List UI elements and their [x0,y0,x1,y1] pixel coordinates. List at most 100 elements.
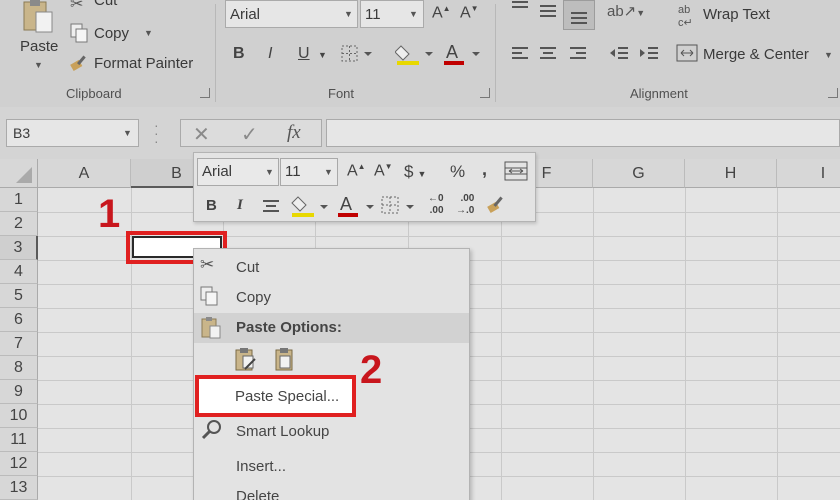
mini-font-color-letter: A [340,194,353,214]
orientation-icon[interactable]: ab↗▼ [607,2,645,20]
align-left-icon[interactable] [510,46,530,62]
row-header-9[interactable]: 9 [0,380,38,404]
bottom-align-icon[interactable] [563,0,595,30]
context-menu-item-cut[interactable]: ✂ Cut [194,253,469,283]
callout-step-1: 1 [98,192,121,236]
chevron-down-icon: ▼ [34,60,43,70]
row-header-13[interactable]: 13 [0,476,38,500]
context-menu-item-insert[interactable]: Insert... [194,452,469,482]
clipboard-launcher-icon[interactable] [200,88,210,98]
grip-icon: · · · [154,117,159,149]
mini-toolbar: Arial ▼ 11 ▼ A▲ A▼ $ ▼ % , B I A ←0 .00 .… [193,152,536,222]
cancel-icon[interactable]: ✕ [193,122,210,147]
decrease-decimal-bottom: →.0 [456,205,475,216]
copy-button[interactable]: Copy ▼ [68,22,158,46]
column-header-g[interactable]: G [593,159,685,188]
name-box[interactable]: B3 ▼ [6,119,139,147]
name-box-value: B3 [13,125,31,141]
mini-font-size-select[interactable]: 11 ▼ [280,158,338,186]
insert-function-button[interactable]: fx [287,122,301,144]
merge-center-button[interactable]: Merge & Center ▼ [676,42,838,68]
shrink-font-label: A [374,162,385,180]
decrease-indent-icon[interactable] [608,46,630,62]
mini-bold-button[interactable]: B [206,197,217,214]
row-header-7[interactable]: 7 [0,332,38,356]
font-name-select[interactable]: Arial ▼ [225,0,358,28]
paste-button[interactable]: Paste ▼ [12,0,64,82]
fill-color-button[interactable] [395,42,433,66]
scissors-icon: ✂ [70,0,84,13]
wrap-text-button[interactable]: ab c↵ Wrap Text [678,2,788,29]
align-right-icon[interactable] [568,46,588,62]
currency-label: $ [404,162,414,181]
shrink-font-button[interactable]: A▼ [460,4,479,22]
row-header-3[interactable]: 3 [0,236,38,260]
underline-label: U [298,45,310,62]
mini-comma-button[interactable]: , [482,159,487,180]
format-painter-button[interactable]: Format Painter [68,52,200,76]
scissors-icon: ✂ [200,255,215,274]
row-header-2[interactable]: 2 [0,212,38,236]
italic-button[interactable]: I [268,45,272,63]
row-header-10[interactable]: 10 [0,404,38,428]
cut-label: Cut [94,0,118,9]
align-center-icon[interactable] [538,46,558,62]
mini-font-color-button[interactable]: A [336,193,376,219]
mini-font-name-value: Arial [202,163,233,180]
clipboard-group-label: Clipboard [66,86,122,101]
column-header-a[interactable]: A [38,159,131,188]
font-size-value: 11 [365,6,381,23]
select-all-corner[interactable] [0,159,38,188]
paste-options-header: Paste Options: [194,313,469,343]
grow-font-button[interactable]: A▲ [432,4,451,22]
merge-icon [676,44,698,62]
mini-fill-color-button[interactable] [290,193,330,219]
mini-format-painter-icon[interactable] [486,195,508,215]
row-header-5[interactable]: 5 [0,284,38,308]
enter-icon[interactable]: ✓ [241,122,258,147]
mini-increase-decimal-button[interactable]: ←0 .00 [428,193,444,217]
svg-text:A: A [446,42,458,62]
mini-percent-button[interactable]: % [450,162,465,182]
paste-special-highlight-label: Paste Special... [235,388,340,405]
wrap-text-label: Wrap Text [703,6,770,23]
row-header-8[interactable]: 8 [0,356,38,380]
borders-button[interactable] [340,44,374,64]
mini-decrease-decimal-button[interactable]: .00 →.0 [456,193,474,217]
format-painter-label: Format Painter [94,55,194,72]
top-align-icon[interactable] [510,0,530,14]
paste-option-default-icon[interactable] [274,347,296,375]
bold-button[interactable]: B [233,45,245,63]
alignment-launcher-icon[interactable] [828,88,838,98]
row-header-12[interactable]: 12 [0,452,38,476]
decrease-decimal-top: .00 [460,193,475,204]
font-launcher-icon[interactable] [480,88,490,98]
underline-button[interactable]: U ▼ [298,45,327,63]
font-color-button[interactable]: A [442,42,482,66]
alignment-group-label: Alignment [630,86,688,101]
column-header-i[interactable]: I [777,159,840,188]
font-size-select[interactable]: 11 ▼ [360,0,424,28]
increase-indent-icon[interactable] [638,46,660,62]
context-menu-item-smart-lookup[interactable]: Smart Lookup [194,417,469,447]
mini-format-table-icon[interactable] [504,161,528,181]
paste-option-formulas-icon[interactable] [234,347,260,375]
formula-input[interactable] [326,119,840,147]
row-header-6[interactable]: 6 [0,308,38,332]
mini-shrink-font-button[interactable]: A▼ [374,162,393,180]
context-menu-item-copy[interactable]: Copy [194,283,469,313]
column-header-h[interactable]: H [685,159,777,188]
mini-currency-button[interactable]: $ ▼ [404,162,426,182]
mini-borders-button[interactable] [380,195,418,217]
context-menu-item-delete[interactable]: Delete [194,482,469,500]
mini-italic-button[interactable]: I [237,197,243,214]
chevron-down-icon: ▼ [318,50,327,60]
row-header-11[interactable]: 11 [0,428,38,452]
row-header-4[interactable]: 4 [0,260,38,284]
mini-font-name-select[interactable]: Arial ▼ [197,158,279,186]
mini-grow-font-button[interactable]: A▲ [347,162,366,180]
mini-center-align-icon[interactable] [262,199,280,213]
middle-align-icon[interactable] [538,0,558,18]
font-name-value: Arial [230,6,261,23]
row-header-1[interactable]: 1 [0,188,38,212]
